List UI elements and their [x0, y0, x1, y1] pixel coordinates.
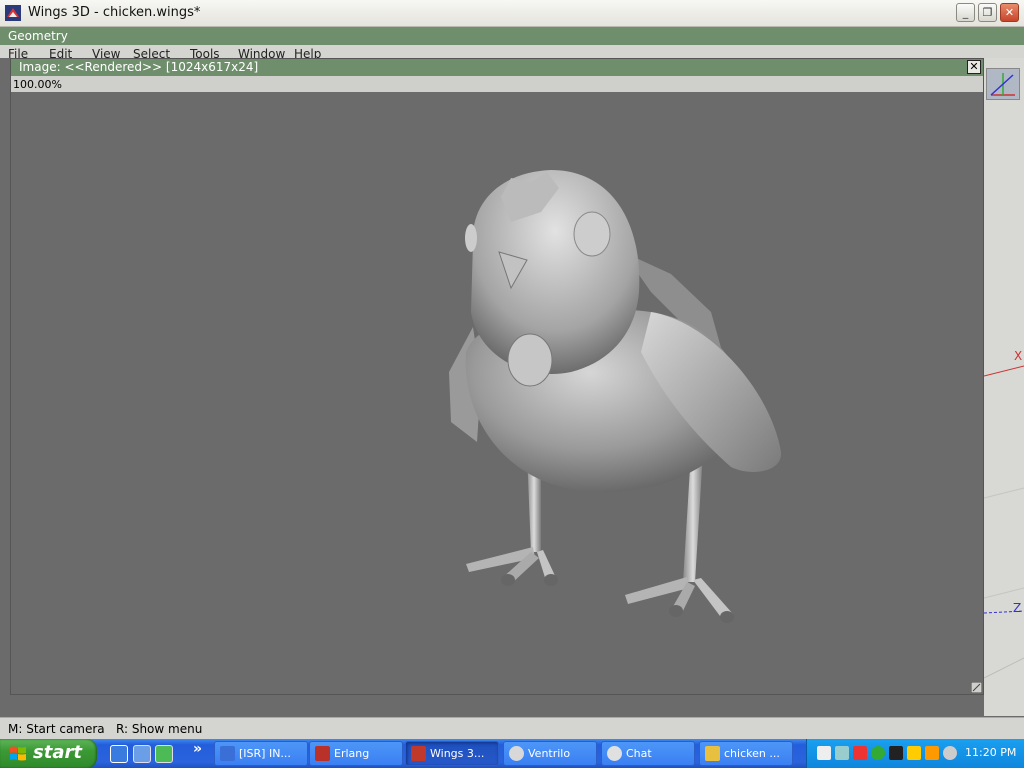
menu-edit[interactable]: Edit	[49, 47, 72, 58]
menu-tools[interactable]: Tools	[190, 47, 220, 58]
zoom-bar: 100.00%	[11, 76, 983, 92]
menu-view[interactable]: View	[92, 47, 120, 58]
task-chicken[interactable]: chicken ...	[699, 741, 793, 766]
wings3d-icon	[411, 746, 426, 761]
resize-grip-icon[interactable]	[971, 682, 982, 693]
status-hint-camera: M: Start camera	[8, 722, 105, 736]
ventrilo-icon	[509, 746, 524, 761]
task-wings3d[interactable]: Wings 3...	[405, 741, 499, 766]
task-label: Ventrilo	[528, 747, 571, 760]
image-file-icon	[705, 746, 720, 761]
status-hint-menu: R: Show menu	[116, 722, 203, 736]
restore-button[interactable]: ❐	[978, 3, 997, 22]
app-tray-icon[interactable]	[853, 746, 867, 760]
task-label: Erlang	[334, 747, 370, 760]
chat-icon	[607, 746, 622, 761]
image-window-title: Image: <<Rendered>> [1024x617x24]	[19, 60, 259, 74]
messenger-quicklaunch-icon[interactable]	[155, 745, 173, 763]
ie-icon	[220, 746, 235, 761]
z-axis-label: Z	[1013, 601, 1022, 615]
task-label: Chat	[626, 747, 652, 760]
axis-gizmo-icon[interactable]	[986, 68, 1020, 100]
explorer-quicklaunch-icon[interactable]	[133, 745, 151, 763]
system-tray: 11:20 PM	[806, 739, 1024, 768]
task-label: Wings 3...	[430, 747, 485, 760]
shield-tray-icon[interactable]	[907, 746, 921, 760]
wings3d-app-icon[interactable]	[5, 5, 21, 21]
windows-flag-icon	[10, 746, 26, 761]
image-window: Image: <<Rendered>> [1024x617x24] ✕ 100.…	[10, 58, 984, 695]
speaker-tray-icon[interactable]	[943, 746, 957, 760]
task-isr[interactable]: [ISR] IN...	[214, 741, 308, 766]
start-label: start	[33, 742, 82, 763]
ie-quicklaunch-icon[interactable]	[110, 745, 128, 763]
network-tray-icon[interactable]	[817, 746, 831, 760]
viewport-grid	[984, 365, 1024, 679]
menu-help[interactable]: Help	[294, 47, 321, 58]
volume-tray-icon[interactable]	[835, 746, 849, 760]
geometry-label: Geometry	[8, 29, 68, 43]
geometry-viewport[interactable]: X Z	[984, 58, 1024, 716]
monitor-tray-icon[interactable]	[889, 746, 903, 760]
globe-tray-icon[interactable]	[871, 746, 885, 760]
zoom-level: 100.00%	[13, 78, 62, 91]
window-title: Wings 3D - chicken.wings*	[28, 5, 201, 20]
geometry-header: Geometry	[0, 27, 1024, 45]
close-button[interactable]: ✕	[1000, 3, 1019, 22]
start-button[interactable]: start	[0, 739, 97, 768]
taskbar: start » [ISR] IN... Erlang Wings 3... Ve…	[0, 739, 1024, 768]
menu-select[interactable]: Select	[133, 47, 170, 58]
status-bar: M: Start camera R: Show menu	[0, 717, 1024, 740]
menu-window[interactable]: Window	[238, 47, 285, 58]
title-bar: Wings 3D - chicken.wings* _ ❐ ✕	[0, 0, 1024, 27]
minimize-button[interactable]: _	[956, 3, 975, 22]
task-erlang[interactable]: Erlang	[309, 741, 403, 766]
clock[interactable]: 11:20 PM	[965, 746, 1016, 759]
image-window-header[interactable]: Image: <<Rendered>> [1024x617x24] ✕	[11, 59, 983, 76]
rendered-image	[11, 92, 983, 694]
task-chat[interactable]: Chat	[601, 741, 695, 766]
task-label: [ISR] IN...	[239, 747, 291, 760]
task-ventrilo[interactable]: Ventrilo	[503, 741, 597, 766]
x-axis-label: X	[1014, 349, 1023, 363]
power-tray-icon[interactable]	[925, 746, 939, 760]
image-window-close-button[interactable]: ✕	[967, 60, 981, 74]
chicken-render-image	[449, 170, 782, 623]
menu-bar: File Edit View Select Tools Window Help	[0, 45, 1024, 58]
task-label: chicken ...	[724, 747, 780, 760]
erlang-icon	[315, 746, 330, 761]
menu-file[interactable]: File	[8, 47, 28, 58]
quicklaunch-more-chevron[interactable]: »	[193, 741, 202, 757]
